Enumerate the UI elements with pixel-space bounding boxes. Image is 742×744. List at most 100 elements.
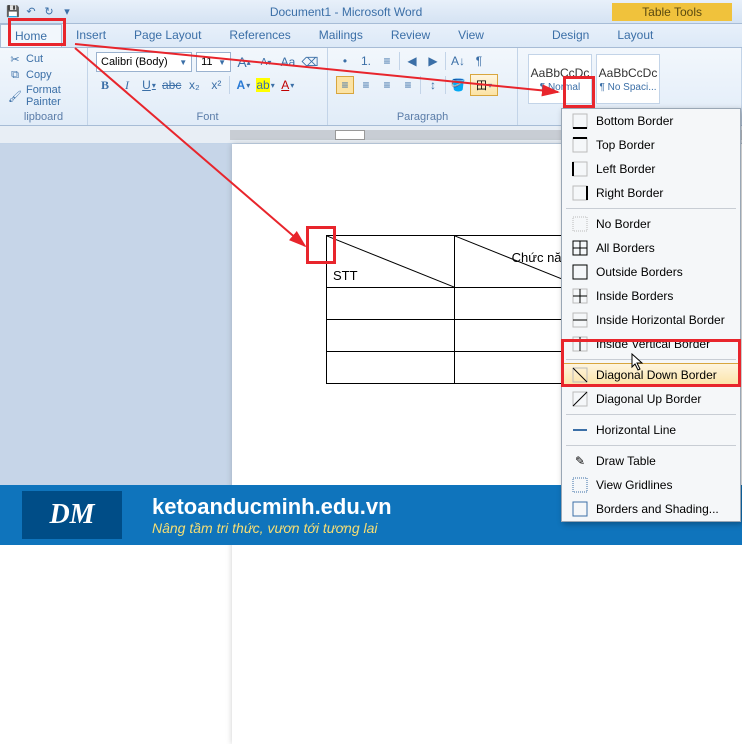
tab-insert[interactable]: Insert bbox=[62, 24, 120, 47]
tab-page-layout[interactable]: Page Layout bbox=[120, 24, 215, 47]
paragraph-group-label: Paragraph bbox=[336, 111, 509, 123]
menu-top-border[interactable]: Top Border bbox=[562, 133, 740, 157]
line-spacing-button[interactable]: ↕ bbox=[424, 76, 442, 94]
table-tools-contextual-tab: Table Tools bbox=[612, 3, 732, 21]
style-label: ¶ No Spaci... bbox=[597, 82, 659, 93]
decrease-indent-button[interactable]: ◀ bbox=[403, 52, 421, 70]
copy-button[interactable]: ⧉ Copy bbox=[8, 68, 79, 82]
shrink-font-button[interactable]: A▾ bbox=[257, 53, 275, 71]
menu-all-borders[interactable]: All Borders bbox=[562, 236, 740, 260]
highlight-button[interactable]: ab▾ bbox=[256, 76, 274, 94]
sort-button[interactable]: A↓ bbox=[449, 52, 467, 70]
brush-icon: 🖌 bbox=[8, 89, 22, 103]
left-border-icon bbox=[572, 161, 588, 177]
copy-icon: ⧉ bbox=[8, 68, 22, 82]
inside-v-border-icon bbox=[572, 336, 588, 352]
border-grid-icon: 田 bbox=[476, 77, 487, 93]
menu-inside-borders[interactable]: Inside Borders bbox=[562, 284, 740, 308]
header-text-1: STT bbox=[333, 268, 358, 283]
logo: DM bbox=[22, 491, 122, 539]
borders-dropdown-menu: Bottom Border Top Border Left Border Rig… bbox=[561, 108, 741, 522]
format-painter-button[interactable]: 🖌 Format Painter bbox=[8, 84, 79, 108]
align-left-button[interactable]: ≡ bbox=[336, 76, 354, 94]
change-case-button[interactable]: Aa bbox=[279, 53, 297, 71]
superscript-button[interactable]: x² bbox=[207, 76, 225, 94]
menu-inside-vertical-border[interactable]: Inside Vertical Border bbox=[562, 332, 740, 356]
multilevel-list-button[interactable]: ≡ bbox=[378, 52, 396, 70]
style-normal[interactable]: AaBbCcDc ¶ Normal bbox=[528, 54, 592, 104]
bottom-border-icon bbox=[572, 113, 588, 129]
undo-icon[interactable]: ↶ bbox=[24, 5, 38, 19]
grow-font-button[interactable]: A▴ bbox=[235, 53, 253, 71]
format-painter-label: Format Painter bbox=[26, 84, 79, 108]
menu-outside-borders[interactable]: Outside Borders bbox=[562, 260, 740, 284]
font-name-combo[interactable]: Calibri (Body)▼ bbox=[96, 52, 192, 72]
style-label: ¶ Normal bbox=[529, 82, 591, 93]
increase-indent-button[interactable]: ▶ bbox=[424, 52, 442, 70]
menu-horizontal-line[interactable]: Horizontal Line bbox=[562, 418, 740, 442]
bold-button[interactable]: B bbox=[96, 76, 114, 94]
pencil-icon: ✎ bbox=[572, 453, 588, 469]
tab-home[interactable]: Home bbox=[0, 24, 62, 47]
cut-button[interactable]: ✂Cut bbox=[8, 52, 79, 66]
menu-inside-horizontal-border[interactable]: Inside Horizontal Border bbox=[562, 308, 740, 332]
qat-more-icon[interactable]: ▾ bbox=[60, 5, 74, 19]
chevron-down-icon: ▼ bbox=[179, 58, 187, 67]
borders-split-button[interactable]: 田▾ bbox=[470, 74, 498, 96]
diagonal-up-icon bbox=[572, 391, 588, 407]
font-group-label: Font bbox=[96, 111, 319, 123]
menu-view-gridlines[interactable]: View Gridlines bbox=[562, 473, 740, 497]
tab-mailings[interactable]: Mailings bbox=[305, 24, 377, 47]
right-border-icon bbox=[572, 185, 588, 201]
menu-draw-table[interactable]: ✎Draw Table bbox=[562, 449, 740, 473]
top-border-icon bbox=[572, 137, 588, 153]
font-size-combo[interactable]: 11▼ bbox=[196, 52, 231, 72]
table-header-cell-1[interactable]: STT bbox=[327, 236, 455, 288]
menu-right-border[interactable]: Right Border bbox=[562, 181, 740, 205]
align-center-button[interactable]: ≡ bbox=[357, 76, 375, 94]
outside-borders-icon bbox=[572, 264, 588, 280]
menu-no-border[interactable]: No Border bbox=[562, 212, 740, 236]
font-color-button[interactable]: A▾ bbox=[279, 76, 297, 94]
tab-layout[interactable]: Layout bbox=[603, 24, 667, 47]
menu-left-border[interactable]: Left Border bbox=[562, 157, 740, 181]
italic-button[interactable]: I bbox=[118, 76, 136, 94]
tab-references[interactable]: References bbox=[215, 24, 304, 47]
justify-button[interactable]: ≡ bbox=[399, 76, 417, 94]
menu-borders-and-shading[interactable]: Borders and Shading... bbox=[562, 497, 740, 521]
table-cell[interactable] bbox=[327, 288, 455, 320]
bullets-button[interactable]: • bbox=[336, 52, 354, 70]
redo-icon[interactable]: ↻ bbox=[42, 5, 56, 19]
text-effects-button[interactable]: A▾ bbox=[234, 76, 252, 94]
show-marks-button[interactable]: ¶ bbox=[470, 52, 488, 70]
chevron-down-icon: ▾ bbox=[488, 81, 492, 90]
gridlines-icon bbox=[572, 477, 588, 493]
underline-button[interactable]: U▾ bbox=[140, 76, 158, 94]
document-table[interactable]: STT Chức năng bbox=[326, 235, 583, 384]
align-right-button[interactable]: ≡ bbox=[378, 76, 396, 94]
subscript-button[interactable]: x₂ bbox=[185, 76, 203, 94]
diagonal-down-icon bbox=[572, 367, 588, 383]
footer-url: ketoanducminh.edu.vn bbox=[152, 494, 392, 520]
shading-button[interactable]: 🪣 bbox=[449, 76, 467, 94]
menu-bottom-border[interactable]: Bottom Border bbox=[562, 109, 740, 133]
copy-label: Copy bbox=[26, 69, 52, 81]
tab-review[interactable]: Review bbox=[377, 24, 444, 47]
style-no-spacing[interactable]: AaBbCcDc ¶ No Spaci... bbox=[596, 54, 660, 104]
borders-dialog-icon bbox=[572, 501, 588, 517]
clipboard-group-label: lipboard bbox=[8, 111, 79, 123]
scissors-icon: ✂ bbox=[8, 52, 22, 66]
menu-diagonal-down-border[interactable]: Diagonal Down Border bbox=[562, 363, 740, 387]
style-preview: AaBbCcDc bbox=[529, 66, 591, 80]
strikethrough-button[interactable]: abc bbox=[162, 76, 181, 94]
table-cell[interactable] bbox=[327, 352, 455, 384]
tab-design[interactable]: Design bbox=[538, 24, 603, 47]
save-icon[interactable]: 💾 bbox=[6, 5, 20, 19]
inside-borders-icon bbox=[572, 288, 588, 304]
menu-diagonal-up-border[interactable]: Diagonal Up Border bbox=[562, 387, 740, 411]
clear-formatting-button[interactable]: ⌫ bbox=[301, 53, 319, 71]
table-cell[interactable] bbox=[327, 320, 455, 352]
numbering-button[interactable]: 1. bbox=[357, 52, 375, 70]
horizontal-line-icon bbox=[572, 422, 588, 438]
tab-view[interactable]: View bbox=[444, 24, 498, 47]
